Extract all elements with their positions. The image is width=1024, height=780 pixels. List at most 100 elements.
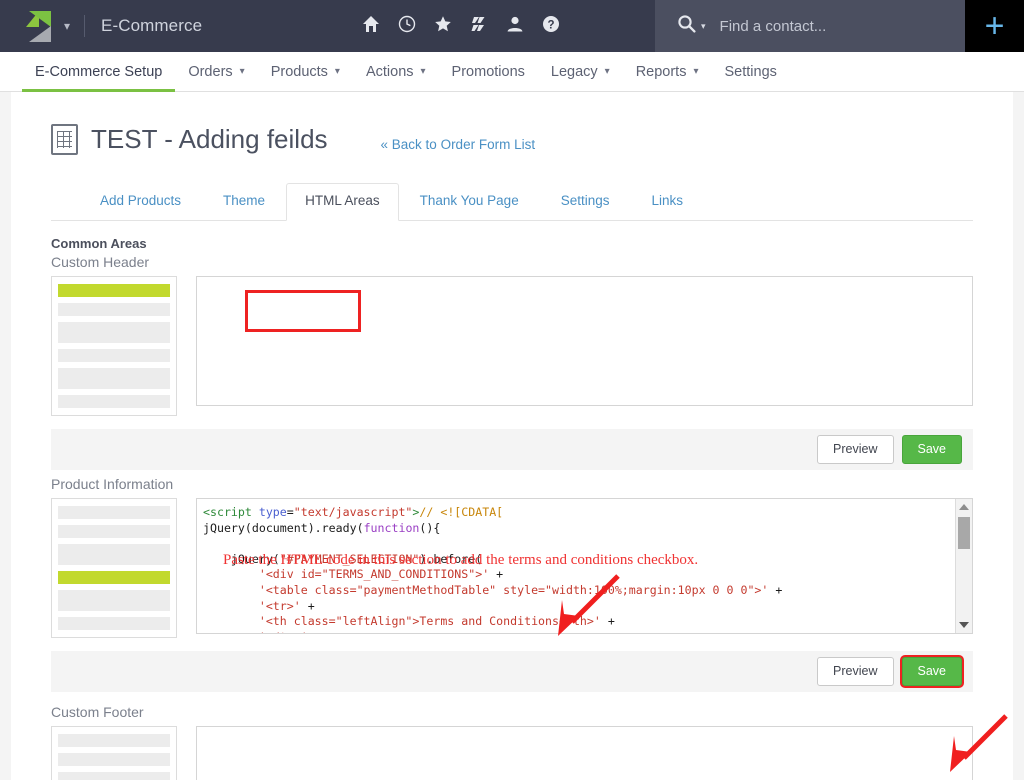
nav-item-settings[interactable]: Settings bbox=[712, 52, 790, 91]
scrollbar-thumb[interactable] bbox=[958, 517, 970, 549]
thumbnail-bar bbox=[58, 734, 170, 747]
editor-scrollbar[interactable] bbox=[955, 499, 972, 633]
code-line: '<table class="paymentMethodTable" style… bbox=[203, 583, 955, 599]
contacts-person-icon[interactable] bbox=[506, 15, 524, 38]
custom-footer-editor[interactable] bbox=[196, 726, 973, 780]
nav-item-label: E-Commerce Setup bbox=[35, 63, 163, 80]
app-title: E-Commerce bbox=[101, 16, 203, 35]
custom-footer-label: Custom Footer bbox=[51, 704, 144, 720]
code-token: function bbox=[363, 520, 420, 535]
product-information-section: Product Information <script type="text/j… bbox=[51, 476, 973, 692]
infusionsoft-logo[interactable] bbox=[26, 11, 52, 42]
code-token: (){ bbox=[419, 520, 441, 535]
tab-settings[interactable]: Settings bbox=[540, 193, 631, 220]
nav-item-promotions[interactable]: Promotions bbox=[439, 52, 538, 91]
code-token: '<th class="leftAlign">Terms and Conditi… bbox=[258, 614, 601, 629]
main-navigation: E-Commerce Setup Orders ▾ Products ▾ Actions ▾… bbox=[0, 52, 1024, 92]
page-header: TEST - Adding feilds « Back to Order For… bbox=[51, 92, 973, 155]
nav-item-products[interactable]: Products ▾ bbox=[258, 52, 353, 91]
custom-header-label: Custom Header bbox=[51, 254, 150, 270]
nav-item-reports[interactable]: Reports ▾ bbox=[623, 52, 712, 91]
svg-text:?: ? bbox=[548, 19, 555, 31]
nav-item-label: Actions bbox=[365, 63, 414, 80]
preview-button[interactable]: Preview bbox=[817, 435, 894, 464]
code-token: '<tr>' bbox=[258, 598, 301, 613]
code-line: '<th class="leftAlign">Terms and Conditi… bbox=[203, 614, 955, 630]
save-button[interactable]: Save bbox=[901, 435, 962, 464]
code-token: '<div id="TERMS_AND_CONDITIONS">' bbox=[258, 567, 490, 582]
code-token: + bbox=[489, 567, 504, 582]
nav-item-legacy[interactable]: Legacy ▾ bbox=[538, 52, 623, 91]
thumbnail-bar bbox=[58, 506, 170, 519]
nav-item-orders[interactable]: Orders ▾ bbox=[175, 52, 257, 91]
plus-icon: + bbox=[984, 7, 1005, 45]
thumbnail-bar bbox=[58, 303, 170, 316]
scroll-up-arrow-icon[interactable] bbox=[959, 504, 969, 510]
nav-item-actions[interactable]: Actions ▾ bbox=[353, 52, 439, 91]
preview-button[interactable]: Preview bbox=[817, 657, 894, 686]
code-token: // <![CDATA[ bbox=[419, 505, 504, 519]
thumbnail-bar bbox=[58, 617, 170, 630]
tab-theme[interactable]: Theme bbox=[202, 193, 286, 220]
nav-item-label: Products bbox=[270, 63, 328, 80]
chevron-down-icon: ▾ bbox=[693, 66, 699, 77]
search-scope-chevron-icon[interactable]: ▾ bbox=[701, 21, 706, 32]
order-form-tabs: Add Products Theme HTML Areas Thank You Pag… bbox=[51, 183, 973, 221]
chevron-down-icon: ▾ bbox=[604, 66, 610, 77]
nav-item-label: Settings bbox=[724, 63, 777, 80]
search-input[interactable]: Find a contact... bbox=[720, 18, 827, 35]
campaign-icon[interactable] bbox=[470, 15, 488, 38]
thumbnail-bar bbox=[58, 368, 170, 389]
tab-thank-you-page[interactable]: Thank You Page bbox=[399, 193, 540, 220]
topbar-icon-group: ? bbox=[362, 15, 560, 38]
nav-item-label: Orders bbox=[188, 63, 233, 80]
custom-header-thumbnail[interactable] bbox=[51, 276, 177, 416]
custom-footer-thumbnail[interactable] bbox=[51, 726, 177, 780]
code-token: + bbox=[600, 614, 615, 629]
code-token: + bbox=[308, 630, 322, 633]
content-card: TEST - Adding feilds « Back to Order For… bbox=[11, 92, 1013, 780]
product-information-label: Product Information bbox=[51, 476, 174, 492]
code-token: "text/javascript" bbox=[293, 505, 413, 519]
code-token: jQuery(document). bbox=[203, 520, 322, 535]
brand-divider bbox=[84, 15, 86, 37]
chevron-down-icon: ▾ bbox=[334, 66, 340, 77]
code-line: '</tr>' + bbox=[203, 630, 955, 633]
code-token: + bbox=[300, 598, 315, 613]
tab-add-products[interactable]: Add Products bbox=[79, 193, 202, 220]
brand-area: ▾ E-Commerce bbox=[0, 0, 202, 52]
add-new-button[interactable]: + bbox=[965, 0, 1024, 52]
chevron-down-icon: ▾ bbox=[420, 66, 426, 77]
chevron-down-icon[interactable]: ▾ bbox=[64, 20, 70, 32]
scroll-down-arrow-icon[interactable] bbox=[959, 622, 969, 628]
annotation-instruction-text: Paste the HTML code in this section to a… bbox=[223, 552, 699, 568]
home-icon[interactable] bbox=[362, 15, 380, 38]
thumbnail-bar bbox=[58, 525, 170, 538]
thumbnail-bar bbox=[58, 544, 170, 565]
custom-header-editor[interactable] bbox=[196, 276, 973, 406]
custom-header-toolbar: Preview Save bbox=[51, 429, 973, 470]
global-search[interactable]: ▾ Find a contact... bbox=[655, 0, 965, 52]
thumbnail-bar bbox=[58, 590, 170, 611]
star-icon[interactable] bbox=[434, 15, 452, 38]
thumbnail-bar bbox=[58, 349, 170, 362]
product-information-thumbnail[interactable] bbox=[51, 498, 177, 638]
common-areas-heading: Common Areas bbox=[51, 236, 147, 251]
thumbnail-bar bbox=[58, 772, 170, 780]
nav-item-e-commerce-setup[interactable]: E-Commerce Setup bbox=[22, 52, 176, 92]
product-information-toolbar: Preview Save bbox=[51, 651, 973, 692]
top-app-bar: ▾ E-Commerce ? ▾ Find a contact... + bbox=[0, 0, 1024, 52]
back-to-order-form-list-link[interactable]: « Back to Order Form List bbox=[381, 137, 536, 152]
chevron-down-icon: ▾ bbox=[239, 66, 245, 77]
code-token: = bbox=[286, 505, 294, 519]
save-button[interactable]: Save bbox=[901, 657, 962, 686]
custom-footer-section: Custom Footer bbox=[51, 704, 973, 780]
tab-links[interactable]: Links bbox=[630, 193, 704, 220]
clock-icon[interactable] bbox=[398, 15, 416, 38]
tab-html-areas[interactable]: HTML Areas bbox=[286, 183, 399, 221]
help-question-icon[interactable]: ? bbox=[542, 15, 560, 38]
